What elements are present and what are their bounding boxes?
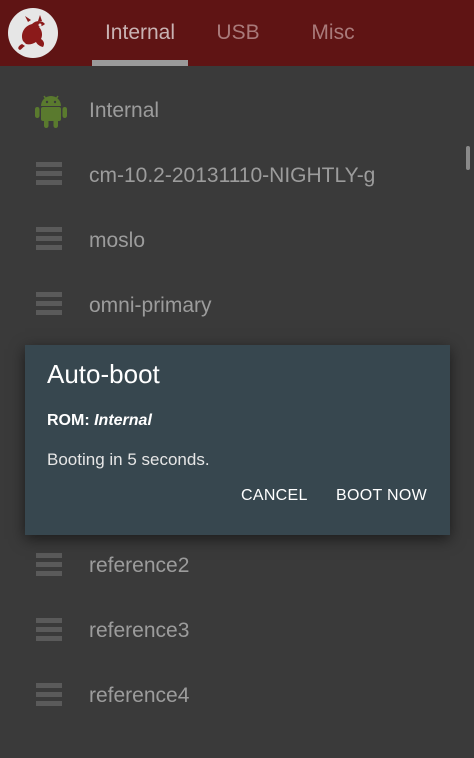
list-item-label: reference4	[89, 684, 190, 707]
menu-icon	[34, 680, 68, 714]
scrollbar[interactable]	[466, 146, 470, 170]
app-screen: Internal USB Misc Internal cm-10.2-20131…	[0, 0, 474, 758]
app-bar: Internal USB Misc	[0, 0, 474, 66]
list-item-label: moslo	[89, 229, 146, 252]
list-item-label: reference2	[89, 554, 190, 577]
list-item-internal[interactable]: Internal	[0, 80, 474, 140]
list-item-reference2[interactable]: reference2	[0, 536, 474, 596]
dialog-message: Booting in 5 seconds.	[47, 450, 210, 469]
list-item-cm[interactable]: cm-10.2-20131110-NIGHTLY-g	[0, 145, 474, 205]
tab-misc[interactable]: Misc	[296, 0, 370, 66]
rom-prefix: ROM:	[47, 412, 90, 429]
list-item-label: reference3	[89, 619, 190, 642]
rom-name: Internal	[94, 412, 152, 429]
list-item-label: Internal	[89, 99, 160, 122]
tab-usb[interactable]: USB	[208, 0, 268, 66]
menu-icon	[34, 615, 68, 649]
list-item-omni-primary[interactable]: omni-primary	[0, 275, 474, 335]
list-item-reference3[interactable]: reference3	[0, 601, 474, 661]
menu-icon	[34, 550, 68, 584]
tab-internal[interactable]: Internal	[92, 0, 188, 66]
menu-icon	[34, 224, 68, 258]
auto-boot-dialog: Auto-boot ROM: Internal Booting in 5 sec…	[25, 345, 450, 535]
cancel-button[interactable]: CANCEL	[241, 487, 308, 505]
menu-icon	[34, 289, 68, 323]
list-item-label: omni-primary	[89, 294, 212, 317]
app-logo-icon	[8, 8, 58, 58]
menu-icon	[34, 159, 68, 193]
dialog-title: Auto-boot	[47, 359, 160, 389]
list-item-label: cm-10.2-20131110-NIGHTLY-g	[89, 164, 376, 187]
list-item-reference4[interactable]: reference4	[0, 666, 474, 726]
list-item-moslo[interactable]: moslo	[0, 210, 474, 270]
dialog-rom-line: ROM: Internal	[47, 412, 152, 430]
boot-now-button[interactable]: BOOT NOW	[336, 487, 427, 505]
android-icon	[34, 93, 68, 128]
